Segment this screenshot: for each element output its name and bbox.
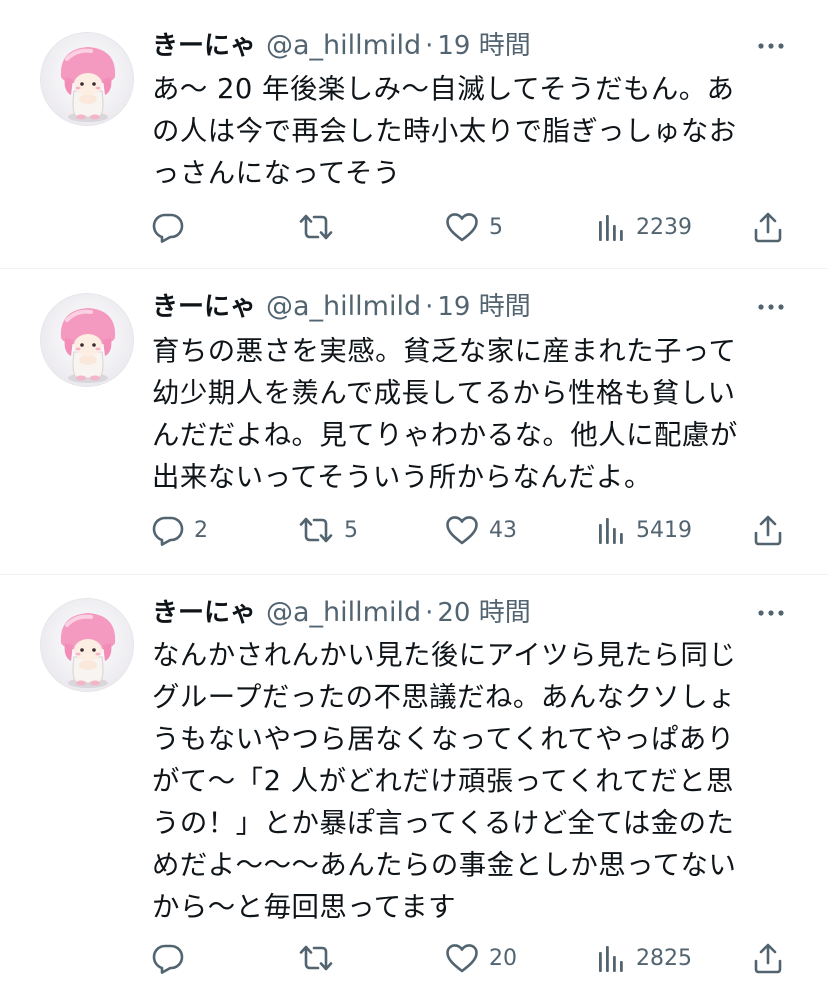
timestamp[interactable]: 19 時間	[437, 287, 530, 327]
reply-button[interactable]	[152, 207, 194, 247]
tweet-actions: 2 5 43 5419	[152, 510, 792, 550]
separator: ·	[425, 598, 434, 628]
separator: ·	[425, 31, 434, 61]
views-button[interactable]: 2239	[596, 207, 692, 247]
view-count: 2239	[636, 214, 692, 240]
tweet-header: きーにゃ @a_hillmild · 20 時間	[152, 593, 788, 633]
views-icon	[596, 942, 626, 974]
like-button[interactable]: 20	[445, 938, 517, 978]
like-count: 20	[489, 945, 517, 971]
timestamp[interactable]: 20 時間	[437, 593, 530, 633]
avatar-icon[interactable]	[40, 293, 134, 387]
share-icon	[752, 210, 784, 244]
avatar-icon[interactable]	[40, 598, 134, 692]
tweet[interactable]: きーにゃ @a_hillmild · 19 時間 あ〜 20 年後楽しみ〜自滅してそう…	[0, 0, 828, 268]
retweet-icon	[298, 211, 334, 243]
reply-icon	[152, 514, 184, 546]
tweet-text: 育ちの悪さを実感。貧乏な家に産まれた子って 幼少期人を羨んで成長してるから性格も…	[152, 336, 738, 493]
display-name[interactable]: きーにゃ	[152, 26, 256, 66]
user-handle[interactable]: @a_hillmild	[266, 593, 421, 633]
like-count: 43	[489, 517, 517, 543]
like-button[interactable]: 43	[445, 510, 517, 550]
tweet-header: きーにゃ @a_hillmild · 19 時間	[152, 26, 788, 66]
display-name[interactable]: きーにゃ	[152, 593, 256, 633]
tweet-header: きーにゃ @a_hillmild · 19 時間	[152, 287, 788, 327]
user-handle[interactable]: @a_hillmild	[266, 287, 421, 327]
like-icon	[445, 514, 479, 546]
separator: ·	[425, 292, 434, 322]
like-icon	[445, 211, 479, 243]
user-handle[interactable]: @a_hillmild	[266, 26, 421, 66]
share-icon	[752, 513, 784, 547]
reply-count: 2	[194, 517, 208, 543]
retweet-icon	[298, 942, 334, 974]
retweet-button[interactable]	[298, 938, 344, 978]
share-button[interactable]	[752, 510, 784, 550]
tweet-text: あ〜 20 年後楽しみ〜自滅してそうだもん。あ の人は今で再会した時小太りで脂ぎ…	[152, 74, 737, 189]
tweet-actions: 5 2239	[152, 207, 792, 247]
like-icon	[445, 942, 479, 974]
more-icon[interactable]	[754, 287, 788, 327]
tweet-text: なんかされんかい見た後にアイツら見たら同じ グループだったの不思議だね。あんなク…	[152, 640, 737, 923]
tweet[interactable]: きーにゃ @a_hillmild · 19 時間 育ちの悪さを実感。貧乏な家に産まれた…	[0, 269, 828, 574]
retweet-count: 5	[344, 517, 358, 543]
more-icon[interactable]	[754, 26, 788, 66]
tweet[interactable]: きーにゃ @a_hillmild · 20 時間 なんかされんかい見た後にアイツら見た…	[0, 575, 828, 989]
views-icon	[596, 211, 626, 243]
display-name[interactable]: きーにゃ	[152, 287, 256, 327]
views-icon	[596, 514, 626, 546]
reply-icon	[152, 211, 184, 243]
share-button[interactable]	[752, 207, 784, 247]
reply-button[interactable]	[152, 938, 194, 978]
view-count: 2825	[636, 945, 692, 971]
avatar-icon[interactable]	[40, 32, 134, 126]
retweet-button[interactable]	[298, 207, 344, 247]
share-button[interactable]	[752, 938, 784, 978]
share-icon	[752, 941, 784, 975]
views-button[interactable]: 5419	[596, 510, 692, 550]
like-button[interactable]: 5	[445, 207, 503, 247]
tweet-feed: きーにゃ @a_hillmild · 19 時間 あ〜 20 年後楽しみ〜自滅してそう…	[0, 0, 828, 989]
tweet-actions: 20 2825	[152, 938, 792, 978]
retweet-button[interactable]: 5	[298, 510, 358, 550]
reply-icon	[152, 942, 184, 974]
view-count: 5419	[636, 517, 692, 543]
reply-button[interactable]: 2	[152, 510, 208, 550]
views-button[interactable]: 2825	[596, 938, 692, 978]
like-count: 5	[489, 214, 503, 240]
more-icon[interactable]	[754, 593, 788, 633]
retweet-icon	[298, 514, 334, 546]
timestamp[interactable]: 19 時間	[437, 26, 530, 66]
